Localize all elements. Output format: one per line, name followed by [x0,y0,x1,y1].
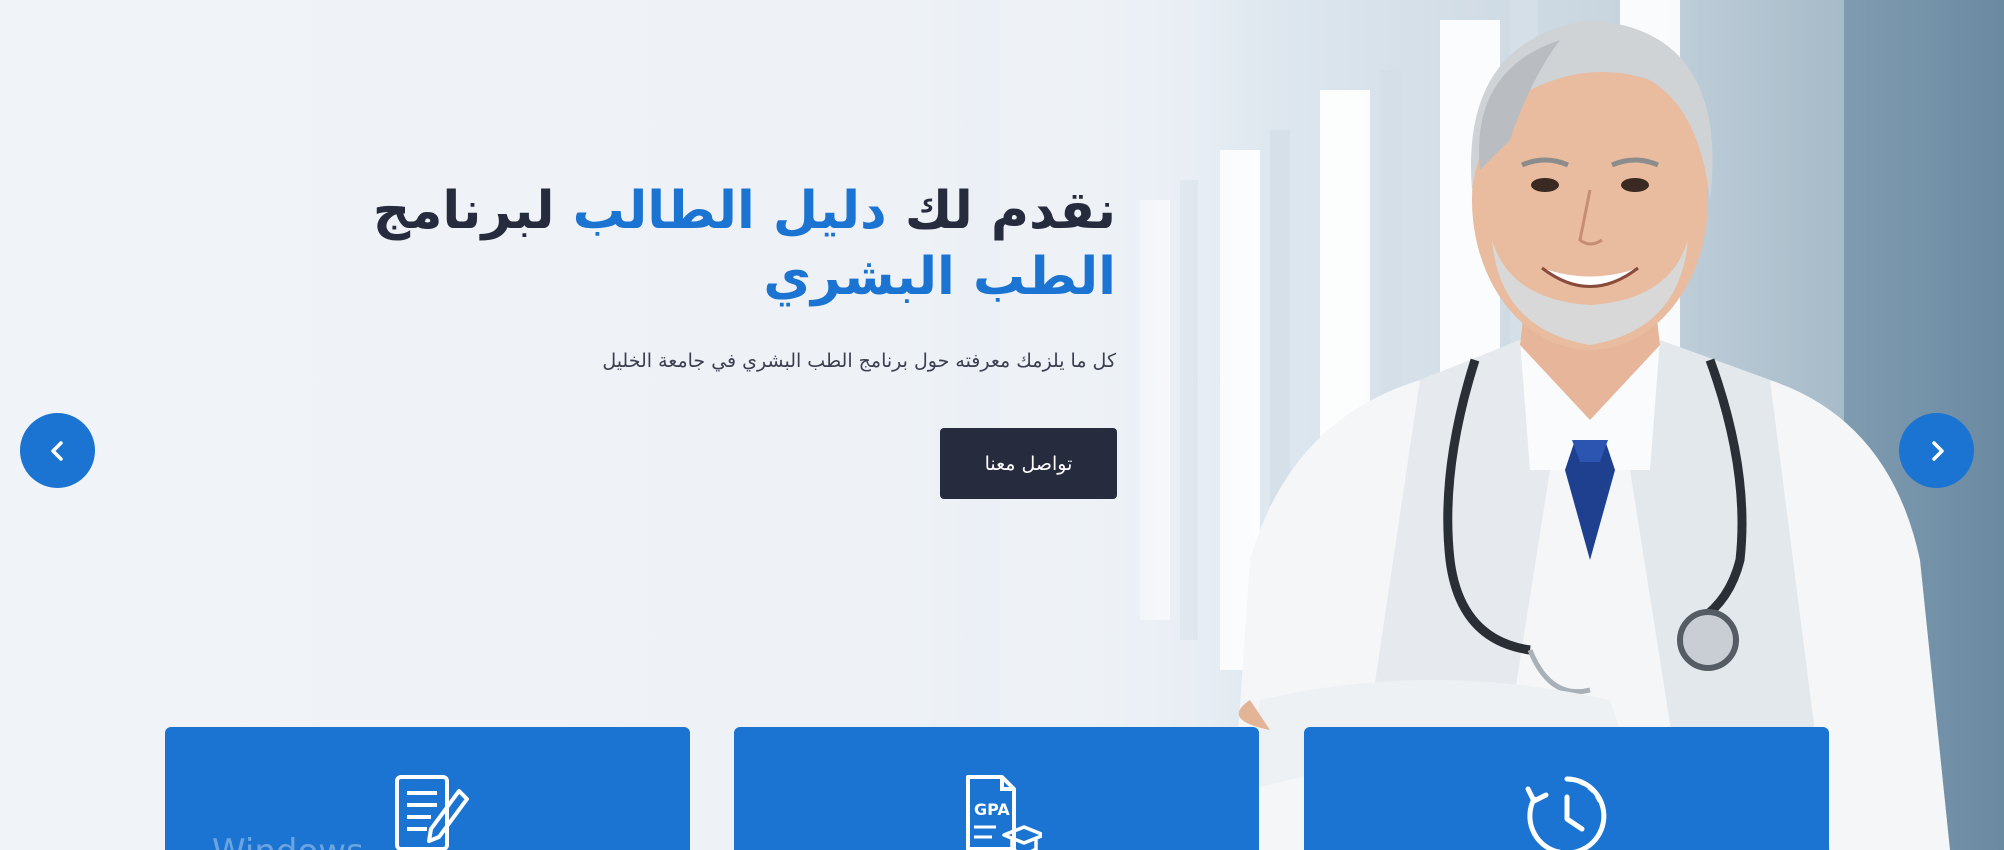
svg-text:GPA: GPA [974,800,1010,819]
headline-accent-2: الطب البشري [763,247,1116,307]
document-edit-icon [394,775,469,850]
feature-card-gpa[interactable]: GPA [734,727,1259,850]
headline-text-2: لبرنامج [372,181,573,241]
gpa-certificate-icon: GPA [965,775,1042,850]
hero-headline: نقدم لك دليل الطالب لبرنامج الطب البشري [216,178,1116,310]
hero-section: نقدم لك دليل الطالب لبرنامج الطب البشري … [0,0,2004,850]
chevron-right-icon [1931,440,1944,461]
hero-subtitle: كل ما يلزمك معرفته حول برنامج الطب البشر… [602,350,1116,372]
windows-watermark: Windows [212,832,364,850]
doctor-photo [1230,20,1950,850]
clock-history-icon [1525,776,1606,850]
carousel-prev-button[interactable] [20,413,95,488]
headline-accent-1: دليل الطالب [572,181,887,241]
feature-card-schedule[interactable] [1304,727,1829,850]
background-fade [1000,0,1260,850]
chevron-left-icon [50,440,63,461]
headline-text-1: نقدم لك [886,181,1116,241]
carousel-next-button[interactable] [1899,413,1974,488]
contact-us-button[interactable]: تواصل معنا [940,428,1117,499]
